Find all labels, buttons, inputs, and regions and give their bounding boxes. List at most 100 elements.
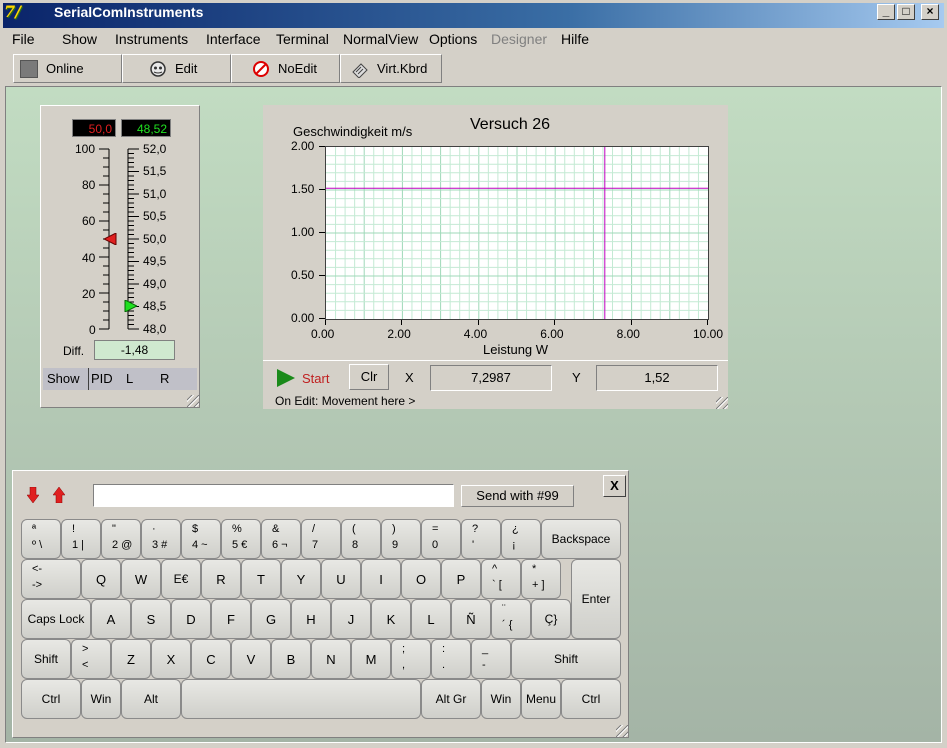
key-caps-lock[interactable]: Caps Lock (21, 599, 91, 639)
key-k[interactable]: K (371, 599, 411, 639)
key-menu[interactable]: Menu (521, 679, 561, 719)
key-v[interactable]: V (231, 639, 271, 679)
key-h[interactable]: H (291, 599, 331, 639)
key-y[interactable]: Y (281, 559, 321, 599)
key-j[interactable]: J (331, 599, 371, 639)
key-(-8[interactable]: (8 (341, 519, 381, 559)
key-%-5-€[interactable]: % 5 € (221, 519, 261, 559)
key-upper-label: * (532, 563, 537, 575)
key-ctrl[interactable]: Ctrl (21, 679, 81, 719)
key-enter[interactable]: Enter (571, 559, 621, 639)
menu-options[interactable]: Options (429, 31, 477, 47)
key-"-2-@[interactable]: " 2 @ (101, 519, 141, 559)
plot-area[interactable] (325, 146, 709, 320)
arrow-up-icon[interactable] (53, 487, 65, 503)
key->-<[interactable]: > < (71, 639, 111, 679)
virtual-keyboard[interactable]: Send with #99 X ª º \! 1 | " 2 @ · 3 # $4 ~% 5 €… (12, 470, 629, 738)
keyboard-input[interactable] (93, 484, 454, 507)
key-:-.[interactable]: :. (431, 639, 471, 679)
menu-terminal[interactable]: Terminal (276, 31, 329, 47)
tab-l[interactable]: L (126, 371, 133, 386)
key-?-'[interactable]: ? ' (461, 519, 501, 559)
key-x[interactable]: X (151, 639, 191, 679)
key-z[interactable]: Z (111, 639, 151, 679)
key-ctrl[interactable]: Ctrl (561, 679, 621, 719)
key-g[interactable]: G (251, 599, 291, 639)
key-a[interactable]: A (91, 599, 131, 639)
key-q[interactable]: Q (81, 559, 121, 599)
gauge-instrument[interactable]: 50,0 48,52 100 80 60 40 20 0 52,0 51,5 5… (40, 105, 200, 408)
key-r[interactable]: R (201, 559, 241, 599)
maximize-button[interactable]: □ (897, 4, 915, 20)
key-c[interactable]: C (191, 639, 231, 679)
key-l[interactable]: L (411, 599, 451, 639)
key-win[interactable]: Win (481, 679, 521, 719)
key-ñ[interactable]: Ñ (451, 599, 491, 639)
key-s[interactable]: S (131, 599, 171, 639)
key-ç}[interactable]: Ç} (531, 599, 571, 639)
keyboard-close-button[interactable]: X (603, 475, 626, 497)
key-u[interactable]: U (321, 559, 361, 599)
close-button[interactable]: × (921, 4, 939, 20)
send-button[interactable]: Send with #99 (461, 485, 574, 507)
key-i[interactable]: I (361, 559, 401, 599)
key-&-6-¬[interactable]: & 6 ¬ (261, 519, 301, 559)
clear-button[interactable]: Clr (349, 364, 389, 390)
key-$-4-~[interactable]: $4 ~ (181, 519, 221, 559)
virtual-keyboard-button[interactable]: Virt.Kbrd (340, 54, 442, 83)
online-button[interactable]: Online (13, 54, 122, 83)
menu-instruments[interactable]: Instruments (115, 31, 188, 47)
key-p[interactable]: P (441, 559, 481, 599)
key-w[interactable]: W (121, 559, 161, 599)
key-space[interactable] (181, 679, 421, 719)
tab-r[interactable]: R (160, 371, 169, 386)
key-o[interactable]: O (401, 559, 441, 599)
key-^-`-[[interactable]: ^ ` [ (481, 559, 521, 599)
menu-hilfe[interactable]: Hilfe (561, 31, 589, 47)
key-;-,[interactable]: ;, (391, 639, 431, 679)
key-backspace[interactable]: Backspace (541, 519, 621, 559)
menu-file[interactable]: File (12, 31, 35, 47)
menu-show[interactable]: Show (62, 31, 97, 47)
key-b[interactable]: B (271, 639, 311, 679)
resize-grip[interactable] (716, 397, 728, 409)
key-d[interactable]: D (171, 599, 211, 639)
key-shift[interactable]: Shift (21, 639, 71, 679)
key-<--->[interactable]: <- -> (21, 559, 81, 599)
start-button[interactable]: Start (276, 366, 336, 390)
arrow-down-icon[interactable] (27, 487, 39, 503)
edit-button[interactable]: Edit (122, 54, 231, 83)
minimize-button[interactable]: _ (877, 4, 895, 20)
setpoint-marker[interactable] (104, 233, 118, 245)
app-logo-icon[interactable]: 7/ (4, 2, 24, 22)
key-_--[interactable]: _ - (471, 639, 511, 679)
noedit-button[interactable]: NoEdit (231, 54, 340, 83)
menu-normalview[interactable]: NormalView (343, 31, 418, 47)
key-n[interactable]: N (311, 639, 351, 679)
key-label: Q (95, 572, 107, 587)
resize-grip[interactable] (616, 725, 628, 737)
key-shift[interactable]: Shift (511, 639, 621, 679)
key-)-9[interactable]: ) 9 (381, 519, 421, 559)
key-/-7[interactable]: /7 (301, 519, 341, 559)
tab-pid[interactable]: PID (91, 371, 113, 386)
key-m[interactable]: M (351, 639, 391, 679)
chart-instrument[interactable]: Versuch 26 Geschwindigkeit m/s 0.00 0.50 1… (263, 105, 728, 409)
key-alt-gr[interactable]: Alt Gr (421, 679, 481, 719)
key-=-0[interactable]: = 0 (421, 519, 461, 559)
key-f[interactable]: F (211, 599, 251, 639)
key-t[interactable]: T (241, 559, 281, 599)
key-·-3-#[interactable]: · 3 # (141, 519, 181, 559)
key-!-1-|[interactable]: ! 1 | (61, 519, 101, 559)
key-*-+-][interactable]: * + ] (521, 559, 561, 599)
key-ª-º-\[interactable]: ª º \ (21, 519, 61, 559)
key-win[interactable]: Win (81, 679, 121, 719)
key-¨-´-{[interactable]: ¨ ´ { (491, 599, 531, 639)
key-alt[interactable]: Alt (121, 679, 181, 719)
key-e€[interactable]: E€ (161, 559, 201, 599)
resize-grip[interactable] (187, 395, 199, 407)
menu-interface[interactable]: Interface (206, 31, 260, 47)
key-upper-label: ¿ (512, 523, 519, 535)
tab-show[interactable]: Show (47, 371, 80, 386)
key-¿-¡[interactable]: ¿ ¡ (501, 519, 541, 559)
